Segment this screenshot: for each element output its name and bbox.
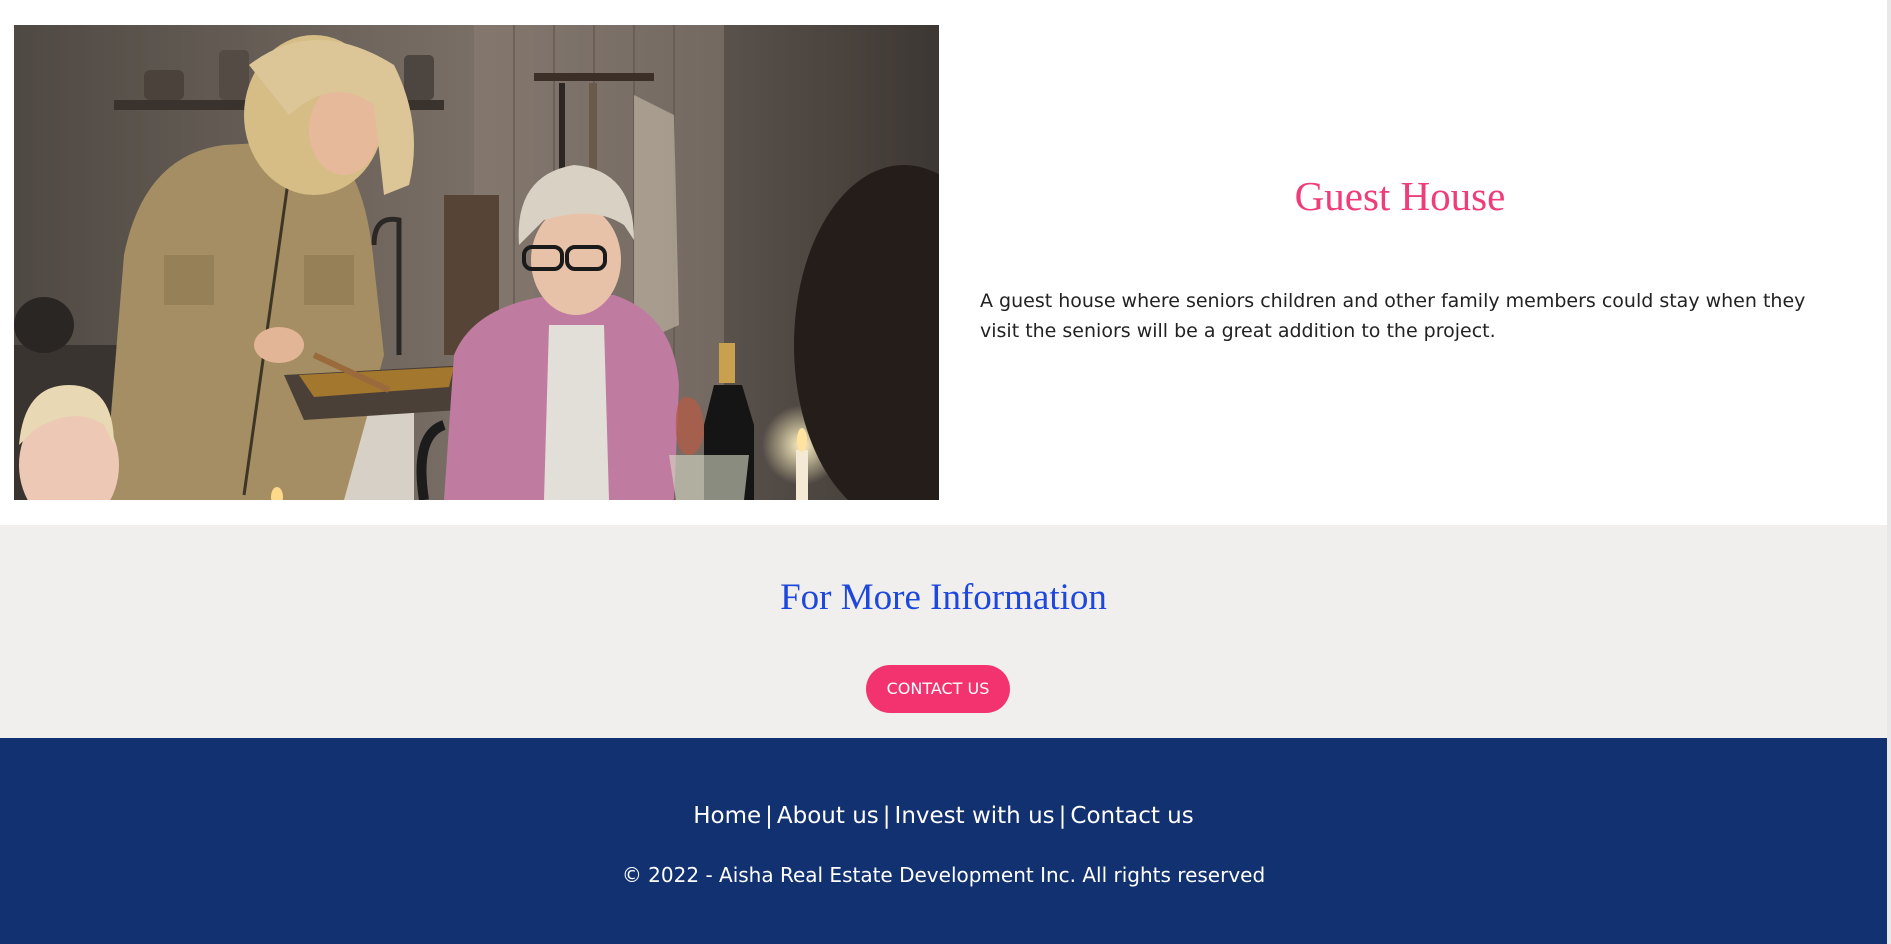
more-info-title: For More Information: [780, 577, 1107, 618]
more-info-section: For More Information CONTACT US: [0, 525, 1887, 738]
footer-separator: |: [765, 803, 773, 829]
footer-nav: Home | About us | Invest with us | Contact us: [0, 800, 1887, 832]
footer-link-invest-with-us[interactable]: Invest with us: [895, 803, 1055, 829]
guest-house-description: A guest house where seniors children and…: [980, 290, 1806, 342]
guest-house-section: Guest House A guest house where seniors …: [0, 0, 1887, 525]
footer-separator: |: [882, 803, 891, 829]
contact-us-button[interactable]: CONTACT US: [866, 665, 1010, 713]
footer-separator: |: [1058, 803, 1067, 829]
guest-house-title: Guest House: [1294, 173, 1506, 219]
site-footer: Home | About us | Invest with us | Contact us …: [0, 738, 1887, 944]
page-scrollbar[interactable]: [1887, 0, 1891, 944]
copyright-text: © 2022 - Aisha Real Estate Development I…: [621, 863, 1266, 887]
family-dinner-photo: [14, 25, 939, 500]
footer-link-contact-us[interactable]: Contact us: [1070, 803, 1193, 829]
footer-link-about-us[interactable]: About us: [777, 803, 879, 829]
footer-link-home[interactable]: Home: [693, 803, 761, 829]
